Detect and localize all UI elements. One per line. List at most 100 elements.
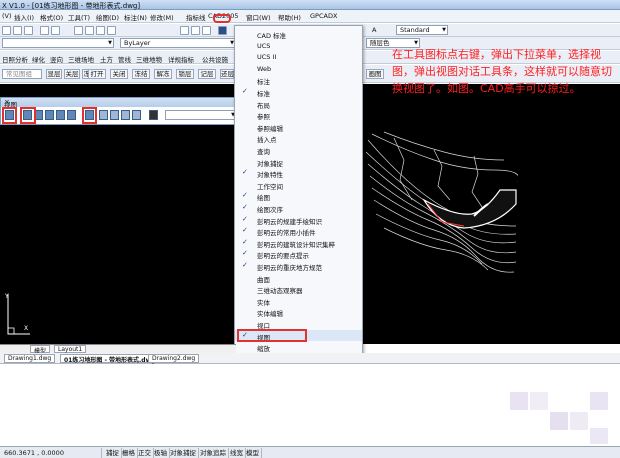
left-view-icon[interactable]	[45, 110, 54, 120]
context-menu-item[interactable]: 插入点	[235, 132, 362, 144]
context-menu-item[interactable]: 参照编辑	[235, 121, 362, 133]
tool-pipeline[interactable]: 管线	[118, 54, 131, 64]
text-style-select[interactable]: Standard ▼	[396, 25, 448, 35]
context-menu-item-label: CAD 标准	[257, 32, 287, 40]
help-icon[interactable]	[218, 26, 227, 35]
context-menu-item[interactable]: UCS II	[235, 51, 362, 62]
menu-indicator[interactable]: 指标线	[186, 12, 206, 22]
view-select[interactable]: ▼	[165, 110, 237, 120]
tool-vertical[interactable]: 竖向	[50, 54, 63, 64]
btn-restore[interactable]: 还层	[220, 69, 234, 79]
terrain-drawing	[364, 130, 518, 276]
open-icon[interactable]	[13, 26, 22, 35]
btn-open[interactable]: 打开	[88, 69, 106, 79]
layer-select[interactable]: ▼	[2, 38, 114, 48]
context-menu-item[interactable]: ✓ 绘图	[235, 190, 362, 202]
view-toolbar[interactable]: 视图 × ▼	[0, 97, 240, 125]
properties-icon[interactable]	[180, 26, 189, 35]
undo-icon[interactable]	[40, 26, 49, 35]
context-menu-item-label: 实体编辑	[257, 310, 283, 319]
context-menu-item[interactable]: ✓ 彭明云的重庆地方规范	[235, 260, 362, 272]
linetype-select[interactable]: ByLayer ▼	[120, 38, 236, 48]
menu-window[interactable]: 窗口(W)	[246, 12, 271, 22]
se-iso-view-icon[interactable]	[110, 110, 119, 120]
tool-greening[interactable]: 绿化	[32, 54, 45, 64]
context-menu-item[interactable]: 视口	[235, 318, 362, 330]
tab-model[interactable]: 模型	[30, 345, 51, 355]
design-center-icon[interactable]	[191, 26, 200, 35]
right-view-icon[interactable]	[56, 110, 65, 120]
context-menu-item[interactable]: 实体编辑	[235, 306, 362, 319]
context-menu-item[interactable]: Web	[235, 63, 362, 74]
context-menu-item[interactable]: ✓ 彭明云的规建手绘知识	[235, 214, 362, 226]
menu-dimension[interactable]: 标注(N)	[124, 12, 147, 22]
text-style-icon[interactable]: A	[372, 26, 376, 34]
menu-help[interactable]: 帮助(H)	[278, 12, 301, 22]
menu-tools[interactable]: 工具(T)	[68, 12, 90, 22]
context-menu-item[interactable]: CAD 标准	[235, 28, 362, 40]
btn-freeze[interactable]: 冻结	[132, 69, 150, 79]
context-menu-item[interactable]: UCS	[235, 40, 362, 51]
tool-sunlight[interactable]: 日照分析	[2, 54, 28, 64]
new-icon[interactable]	[2, 26, 11, 35]
context-menu-item[interactable]: 参照	[235, 109, 362, 121]
zoom-icon[interactable]	[85, 26, 94, 35]
btn-record[interactable]: 记层	[198, 69, 216, 79]
context-menu-item[interactable]: ✓ 标准	[235, 86, 362, 98]
menu-view[interactable]: (V)	[2, 12, 12, 20]
model-toggle[interactable]: 模型	[244, 448, 262, 458]
zoom-previous-icon[interactable]	[107, 26, 116, 35]
context-menu-item[interactable]: 布局	[235, 98, 362, 110]
btn-thaw[interactable]: 解冻	[154, 69, 172, 79]
otrack-toggle[interactable]: 对象追踪	[198, 448, 229, 458]
btn-lock[interactable]: 锁层	[176, 69, 194, 79]
context-menu-item[interactable]: 实体	[235, 295, 362, 307]
ne-iso-view-icon[interactable]	[121, 110, 130, 120]
context-menu-item[interactable]: ✓ 彭明云的建筑设计知识集粹	[235, 237, 362, 249]
btn-draw[interactable]: 画图	[366, 69, 384, 79]
menu-draw[interactable]: 绘图(D)	[96, 12, 119, 22]
context-menu-item-label: 缩放	[257, 345, 270, 354]
front-view-icon[interactable]	[67, 110, 76, 120]
close-icon[interactable]: ×	[4, 98, 237, 106]
tool-facilities[interactable]: 公共设施	[202, 54, 228, 64]
context-menu-item[interactable]: 三维动态观察器	[235, 283, 362, 295]
tool-palette-icon[interactable]	[202, 26, 211, 35]
save-icon[interactable]	[24, 26, 33, 35]
context-menu-item[interactable]: ✓ 对象特性	[235, 167, 362, 179]
nw-iso-view-icon[interactable]	[132, 110, 141, 120]
osnap-toggle[interactable]: 对象捕捉	[168, 448, 199, 458]
context-menu-item[interactable]: 曲面	[235, 272, 362, 284]
menu-modify[interactable]: 修改(M)	[150, 12, 174, 22]
context-menu-item[interactable]: 查询	[235, 144, 362, 156]
btn-close-layer[interactable]: 关层	[64, 69, 80, 79]
btn-close[interactable]: 关闭	[110, 69, 128, 79]
context-menu-item[interactable]: ✓ 彭明云的要点提示	[235, 248, 362, 260]
command-area[interactable]	[0, 364, 620, 446]
context-menu-item[interactable]: ✓ 绘图次序	[235, 202, 362, 214]
file-tab-drawing1[interactable]: Drawing1.dwg	[4, 354, 56, 363]
context-menu-item[interactable]: 工作空间	[235, 179, 362, 191]
redo-icon[interactable]	[51, 26, 60, 35]
sw-iso-view-icon[interactable]	[99, 110, 108, 120]
tool-indicators[interactable]: 详规指标	[168, 54, 194, 64]
view-toolbar-header[interactable]: 视图 ×	[1, 98, 239, 109]
camera-icon[interactable]	[149, 110, 158, 120]
context-menu-item[interactable]: 缩放	[235, 341, 362, 354]
context-menu-item[interactable]: 对象捕捉	[235, 156, 362, 168]
layer-group-select[interactable]: 常见图组	[2, 69, 42, 79]
context-menu-item[interactable]: ✓ 彭明云的常用小插件	[235, 225, 362, 237]
menu-format[interactable]: 格式(O)	[40, 12, 63, 22]
menu-gpcadx[interactable]: GPCADX	[310, 12, 337, 20]
btn-show-layer[interactable]: 显层	[46, 69, 62, 79]
tool-3d-feature[interactable]: 三维地物	[136, 54, 162, 64]
tool-3d-site[interactable]: 三维场地	[68, 54, 94, 64]
tool-earthwork[interactable]: 土方	[100, 54, 113, 64]
file-tab-drawing2[interactable]: Drawing2.dwg	[148, 354, 200, 363]
zoom-window-icon[interactable]	[96, 26, 105, 35]
menu-insert[interactable]: 插入(I)	[14, 12, 34, 22]
file-tab-terrain[interactable]: 01练习地形图 - 带地形表式.dwg	[60, 354, 160, 364]
pan-icon[interactable]	[74, 26, 83, 35]
context-menu-item[interactable]: 标注	[235, 74, 362, 86]
tab-layout1[interactable]: Layout1	[54, 345, 87, 353]
